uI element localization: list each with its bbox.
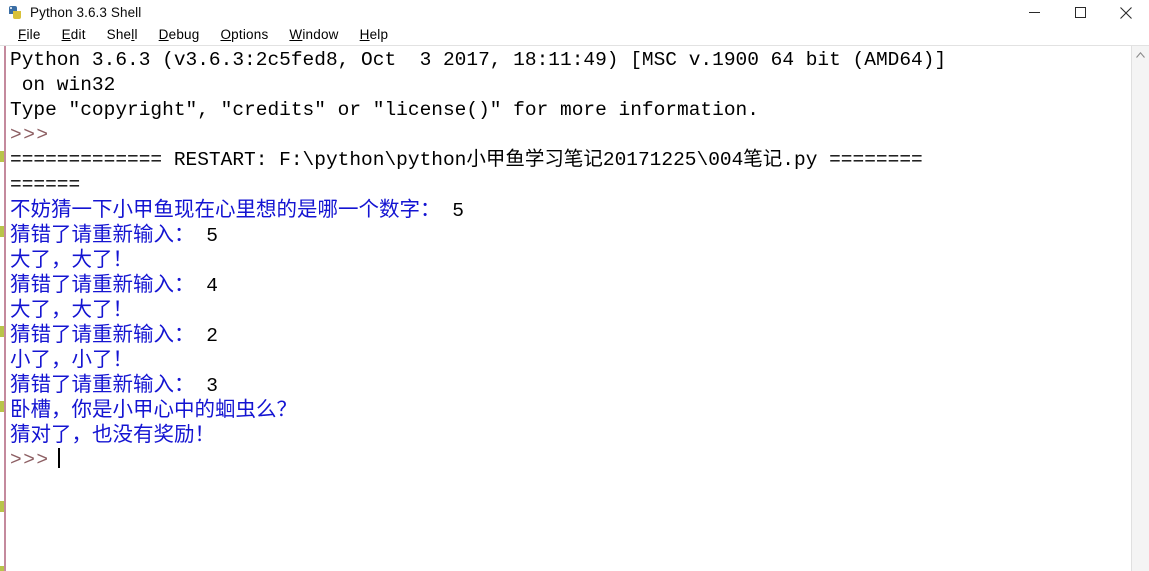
shell-banner-text: Python 3.6.3 (v3.6.3:2c5fed8, Oct 3 2017… [10,49,947,71]
shell-line: 猜错了请重新输入： 4 [8,273,1131,298]
gutter-mark [0,326,4,337]
shell-output[interactable]: Python 3.6.3 (v3.6.3:2c5fed8, Oct 3 2017… [8,46,1131,571]
close-button[interactable] [1103,0,1149,25]
gutter-mark [0,501,4,512]
gutter-mark [0,226,4,237]
python-idle-icon [7,5,23,21]
idle-shell-window: Python 3.6.3 Shell File Edit Shell Debug… [0,0,1149,571]
text-caret [57,448,60,468]
shell-stdout-text: 小了，小了！ [10,349,133,371]
menu-file[interactable]: File [8,25,52,45]
shell-stdout-text: 大了，大了！ [10,299,133,321]
gutter-mark [0,401,4,412]
shell-line: >>> [8,123,1131,148]
shell-user-input: 5 [194,225,218,247]
shell-stdout-text: 猜对了，也没有奖励！ [10,424,215,446]
vertical-scrollbar[interactable] [1131,46,1149,571]
shell-prompt: >>> [10,449,50,471]
shell-restart-banner: ====== [10,174,81,196]
menu-debug[interactable]: Debug [149,25,211,45]
shell-user-input: 5 [440,200,464,222]
shell-line: 猜对了，也没有奖励！ [8,423,1131,448]
shell-line: 大了，大了！ [8,248,1131,273]
shell-banner-text: on win32 [10,74,116,96]
shell-stdout-text: 猜错了请重新输入： [10,224,195,246]
menu-window[interactable]: Window [279,25,349,45]
shell-stdout-text: 猜错了请重新输入： [10,374,195,396]
gutter-mark [0,566,4,571]
scrollbar-up-arrow[interactable] [1132,46,1149,63]
shell-stdout-text: 猜错了请重新输入： [10,274,195,296]
shell-stdout-text: 不妨猜一下小甲鱼现在心里想的是哪一个数字： [10,199,441,221]
shell-stdout-text: 卧槽，你是小甲心中的蛔虫么？ [10,399,297,421]
menu-edit[interactable]: Edit [52,25,97,45]
menu-help[interactable]: Help [350,25,400,45]
gutter-mark [0,151,4,162]
shell-line: Python 3.6.3 (v3.6.3:2c5fed8, Oct 3 2017… [8,48,1131,73]
shell-stdout-text: 大了，大了！ [10,249,133,271]
maximize-button[interactable] [1057,0,1103,25]
window-title: Python 3.6.3 Shell [30,5,142,20]
line-gutter [0,46,8,571]
window-controls [1011,0,1149,25]
shell-line: 猜错了请重新输入： 2 [8,323,1131,348]
shell-line: on win32 [8,73,1131,98]
shell-restart-banner: ============= RESTART: F:\python\python小… [10,149,923,171]
shell-stdout-text: 猜错了请重新输入： [10,324,195,346]
menu-shell[interactable]: Shell [97,25,149,45]
gutter-indicator-line [4,46,6,571]
shell-banner-text: Type ″copyright″, ″credits″ or ″license(… [10,99,759,121]
menu-options[interactable]: Options [210,25,279,45]
shell-user-input: 3 [194,375,218,397]
shell-line: ====== [8,173,1131,198]
shell-user-input: 2 [194,325,218,347]
menubar: File Edit Shell Debug Options Window Hel… [0,25,1149,45]
shell-line: 卧槽，你是小甲心中的蛔虫么？ [8,398,1131,423]
shell-line: ============= RESTART: F:\python\python小… [8,148,1131,173]
minimize-button[interactable] [1011,0,1057,25]
shell-line: 不妨猜一下小甲鱼现在心里想的是哪一个数字： 5 [8,198,1131,223]
shell-user-input: 4 [194,275,218,297]
shell-line: >>> [8,448,1131,473]
shell-prompt: >>> [10,124,50,146]
shell-text-area[interactable]: Python 3.6.3 (v3.6.3:2c5fed8, Oct 3 2017… [0,45,1149,571]
shell-line: 小了，小了！ [8,348,1131,373]
scrollbar-track[interactable] [1132,63,1149,571]
titlebar: Python 3.6.3 Shell [0,0,1149,25]
shell-line: Type ″copyright″, ″credits″ or ″license(… [8,98,1131,123]
shell-line: 猜错了请重新输入： 3 [8,373,1131,398]
shell-line: 猜错了请重新输入： 5 [8,223,1131,248]
shell-line: 大了，大了！ [8,298,1131,323]
